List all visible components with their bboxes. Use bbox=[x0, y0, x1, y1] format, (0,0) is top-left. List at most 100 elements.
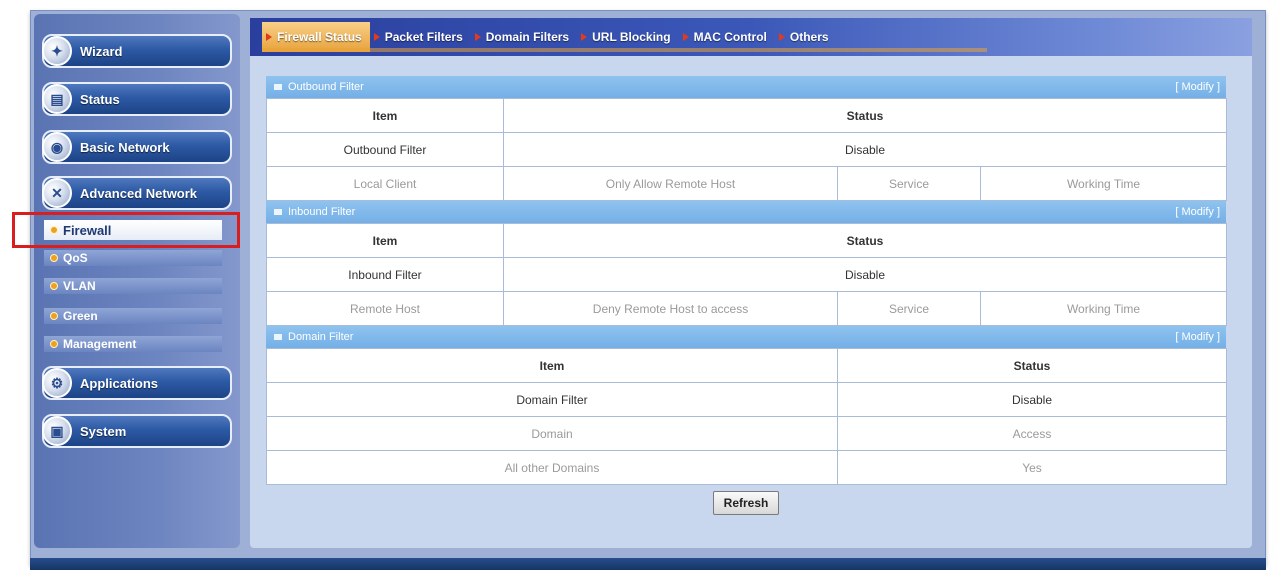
tab-label: Firewall Status bbox=[277, 30, 362, 44]
table-row: Domain Access bbox=[266, 416, 1227, 451]
section-icon bbox=[274, 84, 282, 91]
bullet-icon bbox=[50, 282, 58, 290]
arrow-icon bbox=[266, 33, 272, 41]
bullet-icon bbox=[50, 340, 58, 348]
content-area: Outbound Filter [ Modify ] Item Status O… bbox=[266, 76, 1228, 515]
menu-label: Applications bbox=[80, 375, 159, 391]
sub-item-label: Management bbox=[63, 337, 137, 351]
bullet-icon bbox=[50, 312, 58, 320]
section-icon bbox=[274, 334, 282, 341]
status-cell: Disable bbox=[502, 132, 1228, 167]
table-row: All other Domains Yes bbox=[266, 450, 1227, 485]
arrow-icon bbox=[474, 33, 481, 41]
column-header: Service bbox=[837, 291, 981, 326]
header-status: Status bbox=[502, 223, 1228, 258]
refresh-row: Refresh bbox=[266, 491, 1226, 515]
domain-section: Domain Filter [ Modify ] Item Status Dom… bbox=[266, 326, 1227, 485]
header-status: Status bbox=[502, 98, 1228, 133]
section-title: Outbound Filter bbox=[288, 81, 364, 93]
modify-link[interactable]: [ Modify ] bbox=[1175, 331, 1220, 343]
tab-label: Packet Filters bbox=[384, 30, 463, 44]
status-cell: Disable bbox=[502, 257, 1228, 292]
sidebar-item-management[interactable]: Management bbox=[44, 336, 222, 352]
menu-label: System bbox=[80, 423, 127, 439]
menu-wizard[interactable]: ✦ Wizard bbox=[42, 34, 232, 68]
sub-item-label: Green bbox=[63, 309, 98, 323]
column-header: Local Client bbox=[266, 166, 504, 201]
domain-cell: All other Domains bbox=[266, 450, 838, 485]
column-header: Deny Remote Host to access bbox=[503, 291, 838, 326]
basic-network-icon: ◉ bbox=[42, 132, 72, 162]
arrow-icon bbox=[581, 33, 588, 41]
header-status: Status bbox=[837, 348, 1227, 383]
section-title: Domain Filter bbox=[288, 331, 354, 343]
item-cell: Outbound Filter bbox=[266, 132, 504, 167]
tab-label: Domain Filters bbox=[485, 30, 570, 44]
header-item: Item bbox=[266, 348, 838, 383]
section-header: Domain Filter [ Modify ] bbox=[266, 326, 1226, 348]
column-header: Access bbox=[837, 416, 1227, 451]
column-header: Only Allow Remote Host bbox=[503, 166, 838, 201]
table-row: Inbound Filter Disable bbox=[266, 257, 1228, 292]
header-item: Item bbox=[266, 223, 504, 258]
item-cell: Inbound Filter bbox=[266, 257, 504, 292]
modify-link[interactable]: [ Modify ] bbox=[1175, 206, 1220, 218]
menu-label: Status bbox=[80, 91, 120, 107]
table-row: Local Client Only Allow Remote Host Serv… bbox=[266, 166, 1228, 201]
sidebar-item-qos[interactable]: QoS bbox=[44, 250, 222, 266]
bottom-bar bbox=[30, 558, 1266, 570]
table-row: Item Status bbox=[266, 223, 1228, 258]
table-row: Item Status bbox=[266, 98, 1228, 133]
tab-bar: Firewall Status Packet Filters Domain Fi… bbox=[250, 18, 1252, 56]
tab-underline bbox=[262, 48, 987, 52]
arrow-icon bbox=[778, 33, 785, 41]
main-panel: Firewall Status Packet Filters Domain Fi… bbox=[250, 18, 1252, 548]
applications-icon: ⚙ bbox=[42, 368, 72, 398]
status-cell: Disable bbox=[837, 382, 1227, 417]
menu-label: Advanced Network bbox=[80, 185, 198, 201]
column-header: Domain bbox=[266, 416, 838, 451]
outbound-section: Outbound Filter [ Modify ] Item Status O… bbox=[266, 76, 1228, 201]
status-icon: ▤ bbox=[42, 84, 72, 114]
column-header: Remote Host bbox=[266, 291, 504, 326]
section-icon bbox=[274, 209, 282, 216]
tab-label: Others bbox=[789, 30, 829, 44]
sidebar: ✦ Wizard ▤ Status ◉ Basic Network ✕ Adva… bbox=[34, 14, 240, 548]
menu-basic-network[interactable]: ◉ Basic Network bbox=[42, 130, 232, 164]
section-header: Inbound Filter [ Modify ] bbox=[266, 201, 1226, 223]
modify-link[interactable]: [ Modify ] bbox=[1175, 81, 1220, 93]
table-row: Outbound Filter Disable bbox=[266, 132, 1228, 167]
column-header: Working Time bbox=[979, 166, 1228, 201]
table-row: Item Status bbox=[266, 348, 1227, 383]
column-header: Working Time bbox=[979, 291, 1228, 326]
section-header: Outbound Filter [ Modify ] bbox=[266, 76, 1226, 98]
table-row: Domain Filter Disable bbox=[266, 382, 1227, 417]
sidebar-item-green[interactable]: Green bbox=[44, 308, 222, 324]
domain-table: Item Status Domain Filter Disable Domain… bbox=[266, 348, 1227, 485]
menu-applications[interactable]: ⚙ Applications bbox=[42, 366, 232, 400]
sub-item-label: QoS bbox=[63, 251, 88, 265]
arrow-icon bbox=[373, 33, 380, 41]
bullet-icon bbox=[50, 254, 58, 262]
section-title: Inbound Filter bbox=[288, 206, 356, 218]
advanced-network-icon: ✕ bbox=[42, 178, 72, 208]
access-cell: Yes bbox=[837, 450, 1227, 485]
table-row: Remote Host Deny Remote Host to access S… bbox=[266, 291, 1228, 326]
column-header: Service bbox=[837, 166, 981, 201]
inbound-table: Item Status Inbound Filter Disable Remot… bbox=[266, 223, 1228, 326]
refresh-button[interactable]: Refresh bbox=[712, 491, 780, 515]
inbound-section: Inbound Filter [ Modify ] Item Status In… bbox=[266, 201, 1228, 326]
menu-status[interactable]: ▤ Status bbox=[42, 82, 232, 116]
menu-label: Wizard bbox=[80, 43, 123, 59]
menu-advanced-network[interactable]: ✕ Advanced Network bbox=[42, 176, 232, 210]
menu-label: Basic Network bbox=[80, 139, 170, 155]
menu-system[interactable]: ▣ System bbox=[42, 414, 232, 448]
wizard-icon: ✦ bbox=[42, 36, 72, 66]
sub-item-label: VLAN bbox=[63, 279, 96, 293]
header-item: Item bbox=[266, 98, 504, 133]
sidebar-item-vlan[interactable]: VLAN bbox=[44, 278, 222, 294]
outbound-table: Item Status Outbound Filter Disable Loca… bbox=[266, 98, 1228, 201]
system-icon: ▣ bbox=[42, 416, 72, 446]
tab-label: URL Blocking bbox=[592, 30, 671, 44]
firewall-highlight bbox=[12, 212, 240, 248]
